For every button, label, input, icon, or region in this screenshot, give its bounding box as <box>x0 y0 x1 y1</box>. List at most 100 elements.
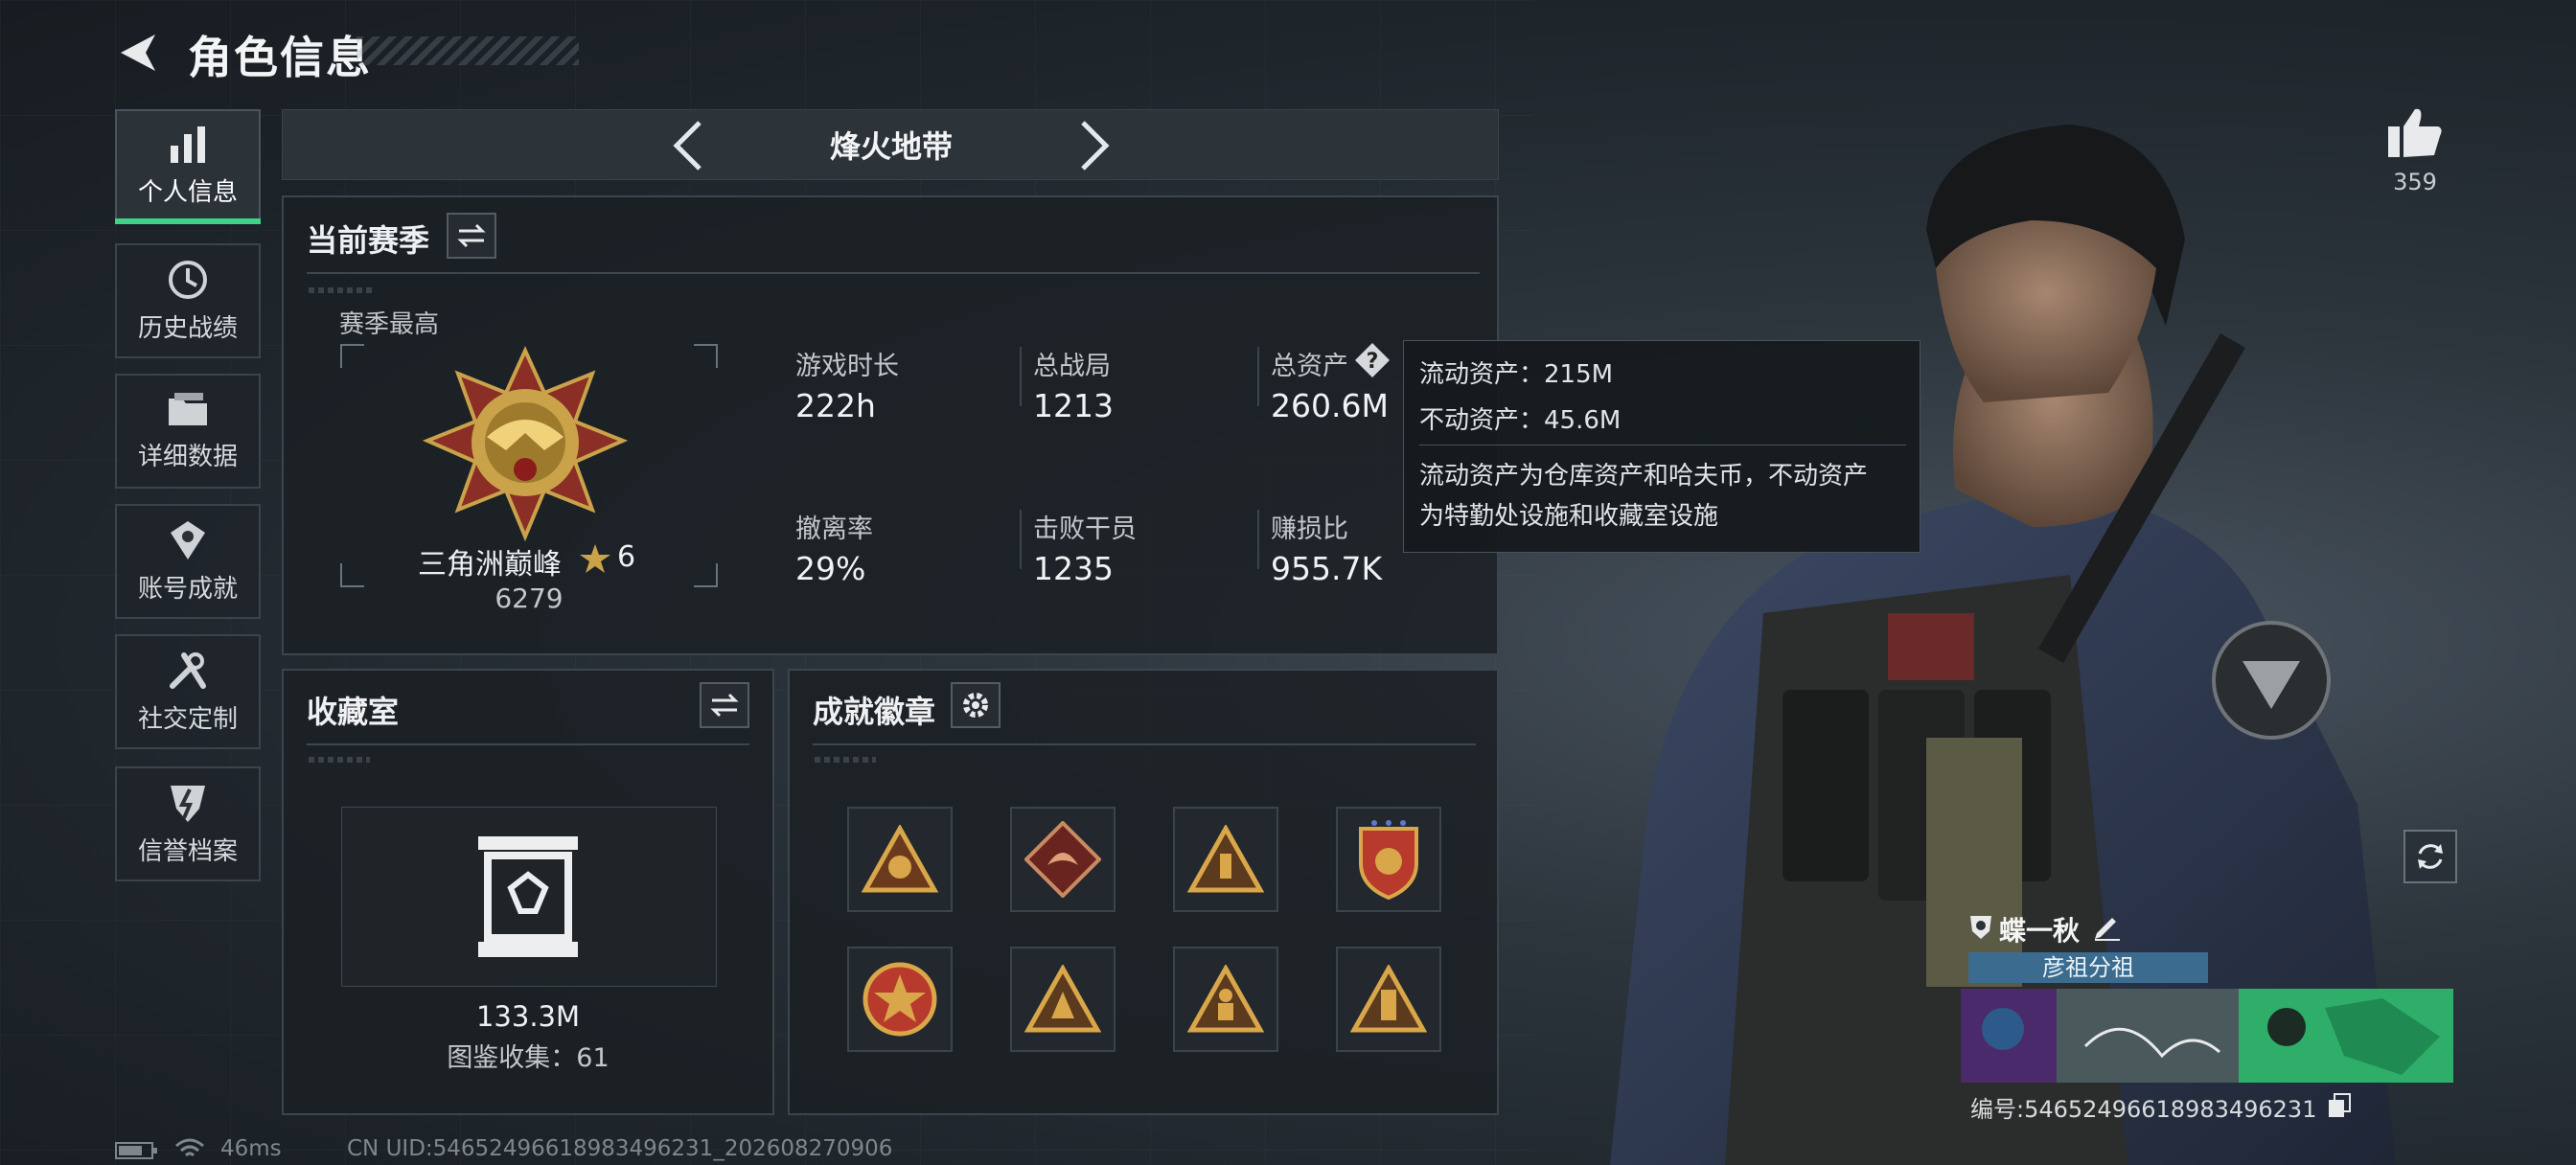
battery-icon <box>115 1142 157 1159</box>
sidebar-item-label: 详细数据 <box>137 442 238 471</box>
sidebar-item-achievements[interactable]: 账号成就 <box>115 504 261 619</box>
badges-settings-button[interactable] <box>951 682 1000 728</box>
achievement-icon <box>171 520 205 560</box>
history-icon <box>169 260 207 299</box>
decorative-text <box>309 757 370 763</box>
player-name: 蝶一秋 <box>1999 915 2081 947</box>
decorative-text <box>815 757 876 763</box>
divider <box>307 272 1480 274</box>
badge-slot-5[interactable] <box>847 947 953 1052</box>
badges-title: 成就徽章 <box>813 694 936 730</box>
wrench-icon <box>170 651 206 689</box>
tower-badge-icon <box>1350 965 1427 1033</box>
badge-slot-8[interactable] <box>1336 947 1441 1052</box>
gear-icon <box>963 693 988 718</box>
copy-icon[interactable] <box>2327 1092 2352 1119</box>
sidebar-item-details[interactable]: 详细数据 <box>115 374 261 489</box>
prev-mode-button[interactable] <box>661 117 719 174</box>
sidebar-item-reputation[interactable]: 信誉档案 <box>115 766 261 881</box>
player-id: 编号:54652496618983496231 <box>1970 1096 2317 1123</box>
tooltip-description-line1: 流动资产为仓库资产和哈夫币，不动资产 <box>1419 462 1869 491</box>
stat-value-extract-rate: 29% <box>795 550 866 587</box>
help-icon[interactable]: ? <box>1353 341 1392 379</box>
stat-label-assets: 总资产 <box>1271 352 1348 381</box>
svg-text:?: ? <box>1367 350 1379 374</box>
collection-showcase[interactable] <box>341 807 717 987</box>
sidebar-item-label: 账号成就 <box>137 574 238 604</box>
rank-medal-icon <box>422 346 629 542</box>
star-medal-badge-icon <box>862 962 937 1037</box>
banner-artwork <box>1961 989 2453 1083</box>
refresh-button[interactable] <box>2404 830 2457 883</box>
badge-slot-3[interactable] <box>1173 807 1278 912</box>
tooltip-fixed-assets: 不动资产：45.6M <box>1419 406 1622 435</box>
rank-name: 三角洲巅峰 <box>418 548 562 582</box>
assets-tooltip: 流动资产：215M 不动资产：45.6M 流动资产为仓库资产和哈夫币，不动资产 … <box>1403 340 1920 553</box>
shield-icon <box>171 785 205 822</box>
divider <box>1257 510 1259 569</box>
sidebar-item-personal-info[interactable]: 个人信息 <box>115 109 261 224</box>
title-decoration <box>356 36 579 65</box>
edit-icon[interactable] <box>2091 910 2122 941</box>
badge-slot-6[interactable] <box>1010 947 1116 1052</box>
mode-title: 烽火地带 <box>829 128 953 165</box>
tooltip-description-line2: 为特勤处设施和收藏室设施 <box>1419 502 1719 531</box>
display-case-icon <box>478 836 578 957</box>
sidebar-item-label: 信誉档案 <box>137 836 238 866</box>
like-count: 359 <box>2393 169 2437 195</box>
back-arrow-icon <box>121 34 155 71</box>
thumbs-up-icon[interactable] <box>2386 105 2444 159</box>
page-title: 角色信息 <box>188 32 372 83</box>
collection-switch-button[interactable] <box>700 682 749 728</box>
wifi-icon <box>175 1138 204 1157</box>
shield-badge-icon <box>1359 820 1418 900</box>
stat-label-profit-ratio: 赚损比 <box>1271 514 1348 544</box>
dragon-badge-icon <box>1024 821 1101 898</box>
badge-slot-1[interactable] <box>847 807 953 912</box>
rank-score: 6279 <box>494 582 564 614</box>
player-group-tag: 彦祖分祖 <box>1968 952 2208 983</box>
badge-slot-2[interactable] <box>1010 807 1116 912</box>
divider <box>307 743 749 745</box>
divider <box>813 743 1476 745</box>
swap-icon <box>457 223 486 248</box>
star-icon <box>580 544 610 573</box>
season-title: 当前赛季 <box>307 222 430 259</box>
player-card-banner[interactable] <box>1961 989 2453 1083</box>
back-button[interactable] <box>113 29 163 77</box>
sidebar-item-label: 历史战绩 <box>137 313 238 343</box>
swap-icon <box>710 693 739 718</box>
sidebar-item-label: 社交定制 <box>137 704 238 734</box>
badge-slot-7[interactable] <box>1173 947 1278 1052</box>
decorative-text <box>309 287 376 293</box>
sidebar-item-history[interactable]: 历史战绩 <box>115 243 261 358</box>
stat-label-matches: 总战局 <box>1033 352 1111 381</box>
collection-value: 133.3M <box>475 1000 581 1033</box>
refresh-icon <box>2418 844 2443 869</box>
stat-value-assets: 260.6M <box>1271 387 1389 424</box>
soldier-badge-icon <box>1187 825 1264 893</box>
sidebar-item-social[interactable]: 社交定制 <box>115 634 261 749</box>
figure-badge-icon <box>1187 965 1264 1033</box>
stat-value-playtime: 222h <box>795 387 876 424</box>
season-best-label: 赛季最高 <box>339 310 440 339</box>
stat-label-kills: 击败干员 <box>1033 514 1137 544</box>
divider <box>1257 347 1259 406</box>
player-shield-icon <box>1970 916 1991 939</box>
season-switch-button[interactable] <box>447 213 496 259</box>
divider <box>1020 510 1022 569</box>
next-mode-button[interactable] <box>1064 117 1121 174</box>
stat-value-matches: 1213 <box>1033 387 1114 424</box>
collection-title: 收藏室 <box>307 694 400 730</box>
tooltip-liquid-assets: 流动资产：215M <box>1419 360 1614 389</box>
badge-slot-4[interactable] <box>1336 807 1441 912</box>
stat-value-kills: 1235 <box>1033 550 1114 587</box>
stat-label-extract-rate: 撤离率 <box>795 514 873 544</box>
stat-value-profit-ratio: 955.7K <box>1271 550 1383 587</box>
chevron-right-icon <box>1081 121 1110 171</box>
collection-count: 图鉴收集：61 <box>447 1043 610 1073</box>
triangle-badge-icon <box>862 825 938 893</box>
folder-icon <box>169 392 207 425</box>
sidebar-item-label: 个人信息 <box>137 177 238 207</box>
emblem-badge-icon <box>1024 965 1101 1033</box>
